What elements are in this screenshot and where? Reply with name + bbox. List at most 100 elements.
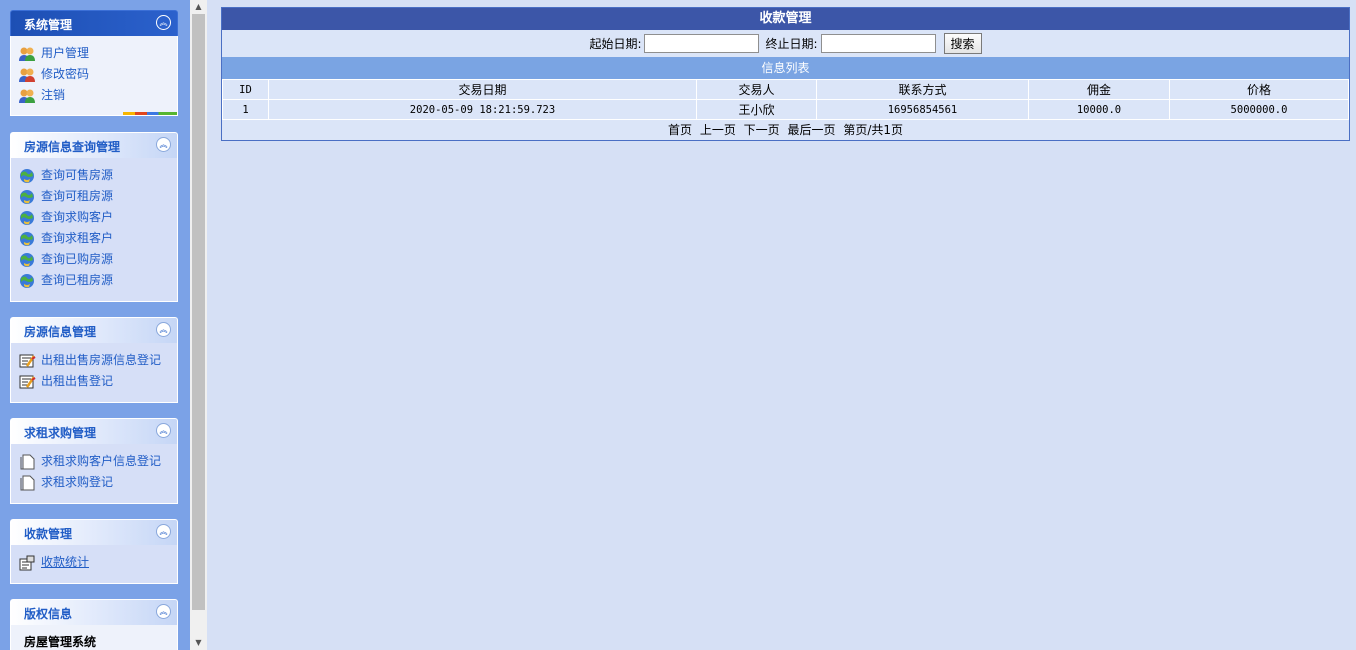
panel-header[interactable]: 系统管理 ︽ xyxy=(10,10,178,36)
document-icon xyxy=(20,454,35,469)
collapse-icon[interactable]: ︽ xyxy=(156,137,171,152)
cell-price: 5000000.0 xyxy=(1169,99,1349,120)
sidebar-item-label: 查询可租房源 xyxy=(41,189,114,203)
panel-body: 用户管理 修改密码 注销 xyxy=(10,36,178,116)
panel-title: 房源信息管理 xyxy=(24,325,97,339)
globe-icon xyxy=(20,189,34,204)
edit-document-icon xyxy=(19,375,36,388)
sidebar-item-label: 查询可售房源 xyxy=(41,168,114,182)
column-header-person: 交易人 xyxy=(696,79,817,100)
copyright-text: 房屋管理系统 xyxy=(24,635,97,649)
column-header-price: 价格 xyxy=(1169,79,1349,100)
column-header-commission: 佣金 xyxy=(1028,79,1170,100)
sidebar-item-query-rented[interactable]: 查询已租房源 xyxy=(18,270,177,291)
scrollbar-thumb[interactable] xyxy=(192,14,205,610)
list-title: 信息列表 xyxy=(222,57,1349,79)
search-button[interactable]: 搜索 xyxy=(943,33,982,54)
cell-id: 1 xyxy=(222,99,269,120)
scroll-down-arrow-icon[interactable]: ▼ xyxy=(190,636,207,650)
sidebar-item-label: 修改密码 xyxy=(41,67,90,81)
panel-system-management: 系统管理 ︽ 用户管理 修改密码 注销 xyxy=(10,10,178,116)
pagination: 首页 上一页 下一页 最后一页 第页/共1页 xyxy=(222,120,1349,140)
decorative-stripe xyxy=(123,112,177,115)
sidebar-item-label: 用户管理 xyxy=(41,46,90,60)
end-date-label: 终止日期: xyxy=(765,37,818,51)
sidebar-item-register-listing[interactable]: 出租出售登记 xyxy=(18,371,177,392)
sidebar-item-label: 查询求购客户 xyxy=(41,210,114,224)
panel-header[interactable]: 求租求购管理 ︽ xyxy=(10,418,178,444)
table-row: 1 2020-05-09 18:21:59.723 王小欣 1695685456… xyxy=(222,99,1349,120)
sidebar-item-change-password[interactable]: 修改密码 xyxy=(18,64,177,85)
panel-title: 版权信息 xyxy=(24,607,73,621)
panel-title: 系统管理 xyxy=(24,18,73,32)
panel-header[interactable]: 房源信息管理 ︽ xyxy=(10,317,178,343)
globe-icon xyxy=(20,210,34,225)
globe-icon xyxy=(20,252,34,267)
sidebar-item-register-customer-info[interactable]: 求租求购客户信息登记 xyxy=(18,451,177,472)
column-header-id: ID xyxy=(222,79,269,100)
scroll-up-arrow-icon[interactable]: ▲ xyxy=(190,0,207,14)
panel-body: 房屋管理系统 xyxy=(10,625,178,650)
last-page-link[interactable]: 最后一页 xyxy=(788,123,836,137)
sidebar-item-query-renters[interactable]: 查询求租客户 xyxy=(18,228,177,249)
panel-body: 求租求购客户信息登记 求租求购登记 xyxy=(10,444,178,504)
panel-header[interactable]: 收款管理 ︽ xyxy=(10,519,178,545)
sidebar: 系统管理 ︽ 用户管理 修改密码 注销 房源信息查询管理 ︽ 查询可售房源 查询… xyxy=(0,0,190,650)
collapse-icon[interactable]: ︽ xyxy=(156,604,171,619)
sidebar-item-register-listing-info[interactable]: 出租出售房源信息登记 xyxy=(18,350,177,371)
column-header-contact: 联系方式 xyxy=(816,79,1029,100)
sidebar-item-payment-statistics[interactable]: 收款统计 xyxy=(18,552,177,573)
panel-body: 出租出售房源信息登记 出租出售登记 xyxy=(10,343,178,403)
sidebar-item-label: 注销 xyxy=(41,88,66,102)
search-bar: 起始日期: 终止日期: 搜索 xyxy=(222,30,1349,57)
panel-title: 房源信息查询管理 xyxy=(24,140,121,154)
sidebar-item-label: 查询已购房源 xyxy=(41,252,114,266)
cell-person: 王小欣 xyxy=(696,99,817,120)
sidebar-item-query-for-rent[interactable]: 查询可租房源 xyxy=(18,186,177,207)
sidebar-scrollbar[interactable]: ▲ ▼ xyxy=(190,0,207,650)
collapse-icon[interactable]: ︽ xyxy=(156,423,171,438)
first-page-link[interactable]: 首页 xyxy=(668,123,692,137)
calculator-icon xyxy=(19,555,35,570)
start-date-input[interactable] xyxy=(644,34,760,53)
collapse-icon[interactable]: ︽ xyxy=(156,322,171,337)
panel-body: 查询可售房源 查询可租房源 查询求购客户 查询求租客户 查询已购房源 查询已租房… xyxy=(10,158,178,302)
cell-commission: 10000.0 xyxy=(1028,99,1170,120)
panel-demand-management: 求租求购管理 ︽ 求租求购客户信息登记 求租求购登记 xyxy=(10,418,178,504)
panel-copyright: 版权信息 ︽ 房屋管理系统 xyxy=(10,599,178,650)
panel-listing-query: 房源信息查询管理 ︽ 查询可售房源 查询可租房源 查询求购客户 查询求租客户 查… xyxy=(10,132,178,302)
table-header-row: ID 交易日期 交易人 联系方式 佣金 价格 xyxy=(222,79,1349,100)
sidebar-item-logout[interactable]: 注销 xyxy=(18,85,177,106)
page-title: 收款管理 xyxy=(222,8,1349,30)
sidebar-item-query-sold[interactable]: 查询已购房源 xyxy=(18,249,177,270)
sidebar-item-label: 查询求租客户 xyxy=(41,231,114,245)
sidebar-item-label: 查询已租房源 xyxy=(41,273,114,287)
collapse-icon[interactable]: ︽ xyxy=(156,15,171,30)
page-info: 第页/共1页 xyxy=(843,123,904,137)
panel-header[interactable]: 房源信息查询管理 ︽ xyxy=(10,132,178,158)
collapse-icon[interactable]: ︽ xyxy=(156,524,171,539)
sidebar-item-label: 求租求购登记 xyxy=(41,475,114,489)
panel-payment-management: 收款管理 ︽ 收款统计 xyxy=(10,519,178,584)
cell-date: 2020-05-09 18:21:59.723 xyxy=(268,99,697,120)
panel-header[interactable]: 版权信息 ︽ xyxy=(10,599,178,625)
globe-icon xyxy=(20,168,34,183)
document-icon xyxy=(20,475,35,490)
edit-document-icon xyxy=(19,354,36,367)
panel-body: 收款统计 xyxy=(10,545,178,584)
start-date-label: 起始日期: xyxy=(589,37,642,51)
sidebar-item-user-management[interactable]: 用户管理 xyxy=(18,43,177,64)
globe-icon xyxy=(20,273,34,288)
panel-listing-management: 房源信息管理 ︽ 出租出售房源信息登记 出租出售登记 xyxy=(10,317,178,403)
users-icon xyxy=(19,68,35,82)
next-page-link[interactable]: 下一页 xyxy=(744,123,780,137)
sidebar-item-register-demand[interactable]: 求租求购登记 xyxy=(18,472,177,493)
end-date-input[interactable] xyxy=(820,34,936,53)
users-icon xyxy=(19,47,35,61)
sidebar-item-query-for-sale[interactable]: 查询可售房源 xyxy=(18,165,177,186)
sidebar-item-label: 出租出售房源信息登记 xyxy=(41,353,162,367)
column-header-date: 交易日期 xyxy=(268,79,697,100)
sidebar-item-query-buyers[interactable]: 查询求购客户 xyxy=(18,207,177,228)
prev-page-link[interactable]: 上一页 xyxy=(700,123,736,137)
sidebar-item-label: 出租出售登记 xyxy=(41,374,114,388)
